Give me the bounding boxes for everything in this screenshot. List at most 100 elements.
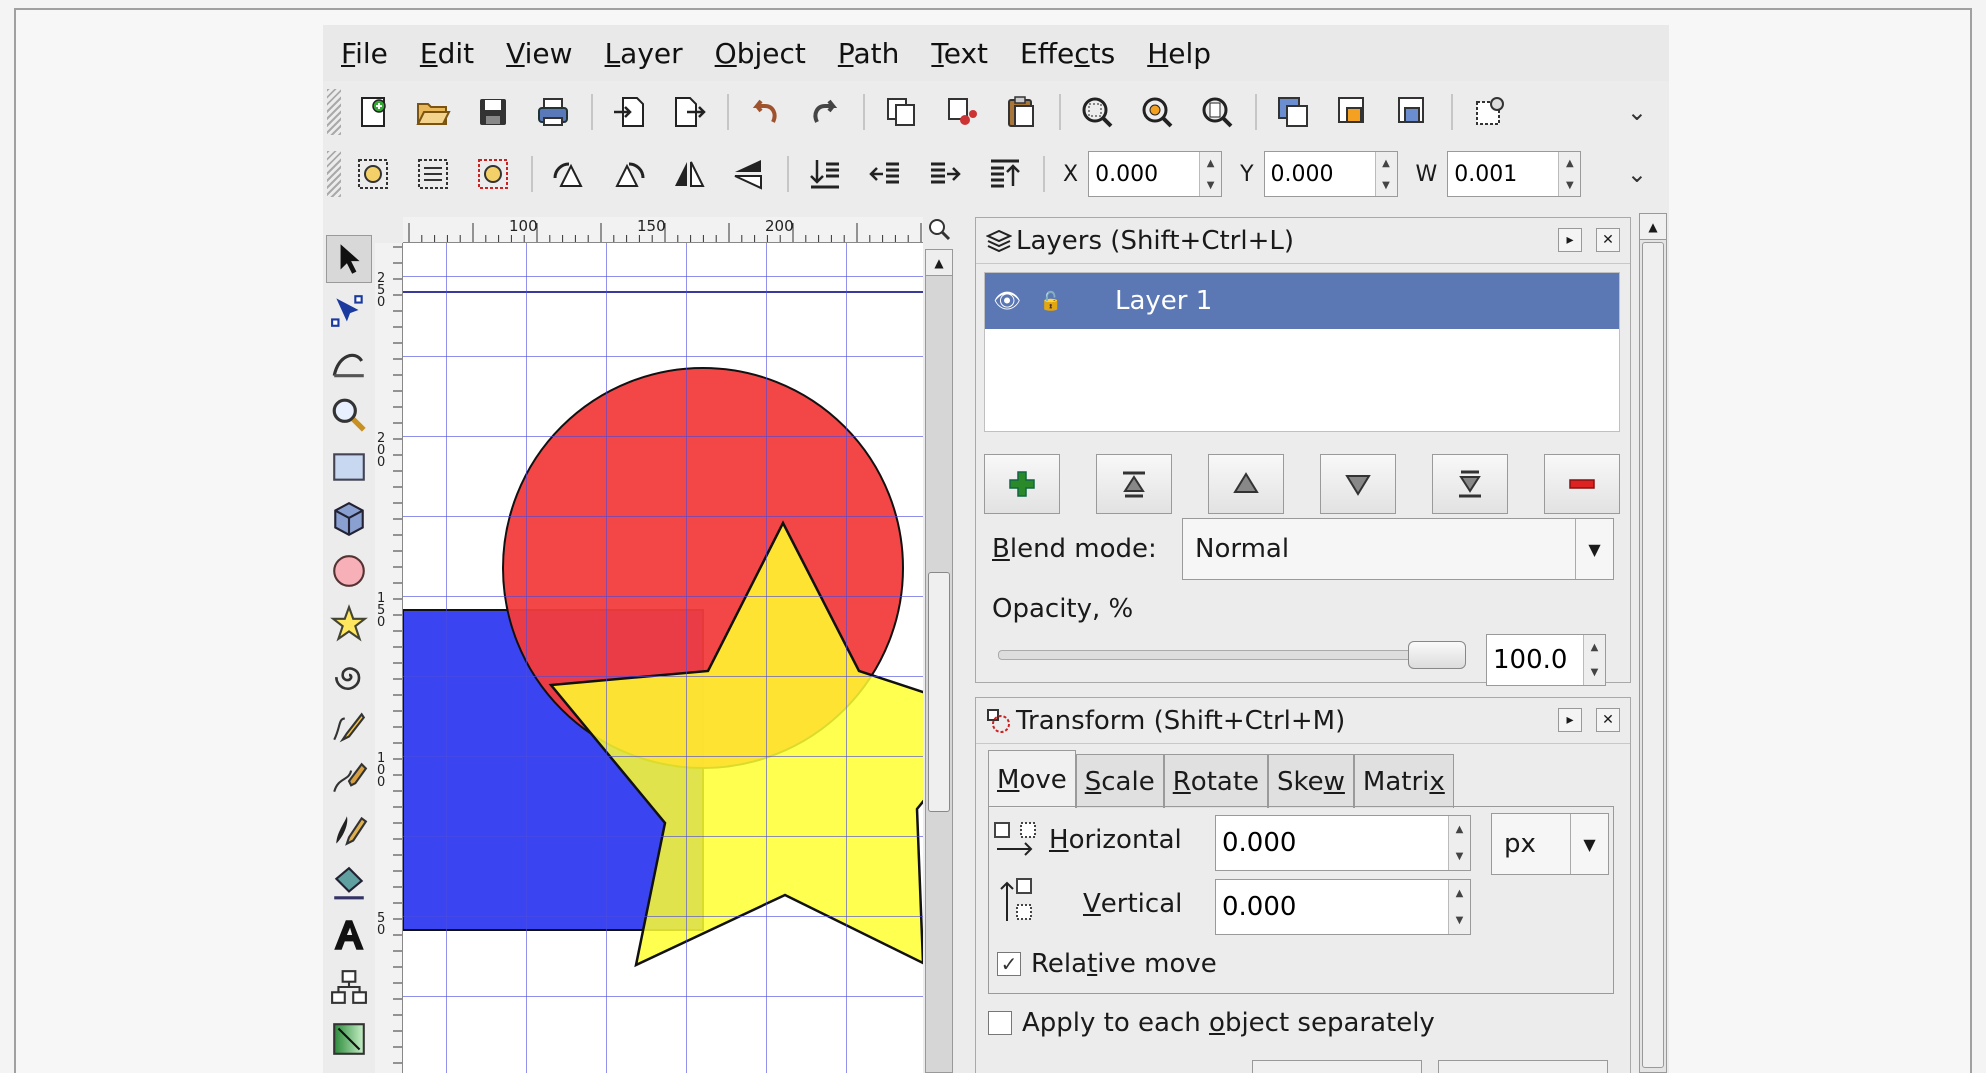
menu-effects[interactable]: Effects <box>1020 37 1115 70</box>
opacity-slider-handle[interactable] <box>1408 641 1466 669</box>
apply-each-checkbox[interactable] <box>988 1011 1012 1035</box>
apply-each-text[interactable]: Apply to each <box>1022 1008 1209 1038</box>
scrollbar-thumb[interactable] <box>928 572 950 812</box>
apply-button[interactable] <box>1438 1060 1608 1073</box>
menu-file[interactable]: File <box>341 37 388 70</box>
select-all-icon[interactable] <box>349 150 397 198</box>
relative-move-row[interactable]: ✓ Rela t ive move <box>997 949 1217 979</box>
raise-icon[interactable] <box>921 150 969 198</box>
canvas-vertical-scrollbar[interactable]: ▲ <box>925 249 953 1073</box>
paste-icon[interactable] <box>997 88 1045 136</box>
panel-iconify-icon[interactable]: ▸ <box>1558 228 1582 252</box>
blend-mode-select[interactable]: Normal ▼ <box>1182 518 1614 580</box>
menu-edit[interactable]: Edit <box>420 37 474 70</box>
vertical-spin-arrows[interactable]: ▲ ▼ <box>1448 880 1470 934</box>
chevron-down-icon[interactable]: ▼ <box>1570 814 1608 874</box>
new-document-button[interactable] <box>349 88 397 136</box>
apply-each-text[interactable]: bject separately <box>1225 1008 1435 1038</box>
drawing[interactable] <box>403 243 923 1073</box>
opacity-spin-arrows[interactable]: ▲ ▼ <box>1583 635 1605 685</box>
w-spin-arrows[interactable]: ▲ ▼ <box>1558 152 1581 196</box>
menu-path[interactable]: Path <box>838 37 900 70</box>
toolbar-overflow-button[interactable]: ⌄ <box>1627 98 1647 126</box>
document-properties-icon[interactable] <box>1465 88 1513 136</box>
tab-matrix[interactable]: Matri x <box>1353 754 1454 808</box>
layer-name[interactable]: Layer 1 <box>1115 286 1212 316</box>
selector-tool-icon[interactable] <box>326 235 372 283</box>
calligraphy-tool-icon[interactable] <box>326 807 372 855</box>
apply-each-row[interactable]: Apply to each o bject separately <box>988 1008 1435 1038</box>
tab-move[interactable]: Move <box>988 750 1076 808</box>
menu-layer[interactable]: Layer <box>605 37 683 70</box>
scroll-up-button[interactable]: ▲ <box>926 250 952 276</box>
paint-bucket-tool-icon[interactable] <box>326 859 372 907</box>
relative-move-mnemonic[interactable]: t <box>1087 949 1097 979</box>
deselect-icon[interactable] <box>469 150 517 198</box>
toolbar-grip[interactable] <box>327 89 341 135</box>
tab-scale[interactable]: Scale <box>1075 754 1164 808</box>
horizontal-spinbox[interactable]: ▲▼ <box>1215 815 1471 871</box>
zoom-selection-icon[interactable] <box>1073 88 1121 136</box>
menu-help[interactable]: Help <box>1147 37 1211 70</box>
text-tool-icon[interactable] <box>326 911 372 959</box>
dock-scrollbar[interactable]: ▲ <box>1639 213 1667 1073</box>
lower-icon[interactable] <box>861 150 909 198</box>
ellipse-tool-icon[interactable] <box>326 547 372 595</box>
w-spinbox[interactable]: ▲▼ <box>1447 151 1582 197</box>
panel-close-icon[interactable]: ✕ <box>1596 228 1620 252</box>
drawing-canvas[interactable] <box>403 243 923 1073</box>
opacity-input[interactable] <box>1487 635 1583 685</box>
connector-tool-icon[interactable] <box>326 963 372 1011</box>
relative-move-text[interactable]: Rela <box>1031 949 1087 979</box>
group-icon[interactable] <box>1329 88 1377 136</box>
menu-object[interactable]: Object <box>715 37 806 70</box>
cut-icon[interactable] <box>937 88 985 136</box>
chevron-down-icon[interactable]: ▼ <box>1575 519 1613 579</box>
horizontal-input[interactable] <box>1216 816 1448 870</box>
rotate-cw-icon[interactable] <box>605 150 653 198</box>
export-button[interactable] <box>665 88 713 136</box>
tab-skew[interactable]: Ske w <box>1268 754 1354 808</box>
y-input[interactable] <box>1264 152 1375 196</box>
pencil-tool-icon[interactable] <box>326 703 372 751</box>
lower-layer-to-bottom-button[interactable] <box>1432 454 1508 514</box>
unit-select[interactable]: px ▼ <box>1491 813 1609 875</box>
y-spinbox[interactable]: ▲▼ <box>1263 151 1398 197</box>
scrollbar-thumb[interactable] <box>1642 242 1664 1068</box>
rectangle-tool-icon[interactable] <box>326 443 372 491</box>
lower-to-bottom-icon[interactable] <box>801 150 849 198</box>
menu-view[interactable]: View <box>506 37 572 70</box>
lock-icon[interactable]: 🔓 <box>1029 291 1073 312</box>
undo-icon[interactable] <box>741 88 789 136</box>
remove-layer-button[interactable] <box>1544 454 1620 514</box>
vertical-input[interactable] <box>1216 880 1448 934</box>
star-tool-icon[interactable] <box>326 599 372 647</box>
x-input[interactable] <box>1089 152 1200 196</box>
x-spin-arrows[interactable]: ▲ ▼ <box>1199 152 1222 196</box>
ungroup-icon[interactable] <box>1389 88 1437 136</box>
tab-rotate[interactable]: Rotate <box>1163 754 1269 808</box>
raise-layer-button[interactable] <box>1208 454 1284 514</box>
redo-icon[interactable] <box>801 88 849 136</box>
raise-layer-to-top-button[interactable] <box>1096 454 1172 514</box>
duplicate-icon[interactable] <box>1269 88 1317 136</box>
zoom-drawing-icon[interactable] <box>1133 88 1181 136</box>
spiral-tool-icon[interactable] <box>326 651 372 699</box>
pen-tool-icon[interactable] <box>326 755 372 803</box>
relative-move-checkbox[interactable]: ✓ <box>997 952 1021 976</box>
panel-iconify-icon[interactable]: ▸ <box>1558 708 1582 732</box>
apply-each-mnemonic[interactable]: o <box>1209 1008 1225 1038</box>
3d-box-tool-icon[interactable] <box>326 495 372 543</box>
toolbar-grip[interactable] <box>327 151 341 197</box>
rotate-ccw-icon[interactable] <box>545 150 593 198</box>
raise-to-top-icon[interactable] <box>981 150 1029 198</box>
vertical-spinbox[interactable]: ▲▼ <box>1215 879 1471 935</box>
panel-close-icon[interactable]: ✕ <box>1596 708 1620 732</box>
lower-layer-button[interactable] <box>1320 454 1396 514</box>
gradient-tool-icon[interactable] <box>326 1015 372 1063</box>
print-button[interactable] <box>529 88 577 136</box>
zoom-corner-icon[interactable] <box>926 217 954 243</box>
copy-icon[interactable] <box>877 88 925 136</box>
open-folder-icon[interactable] <box>409 88 457 136</box>
scroll-up-button[interactable]: ▲ <box>1640 214 1666 240</box>
